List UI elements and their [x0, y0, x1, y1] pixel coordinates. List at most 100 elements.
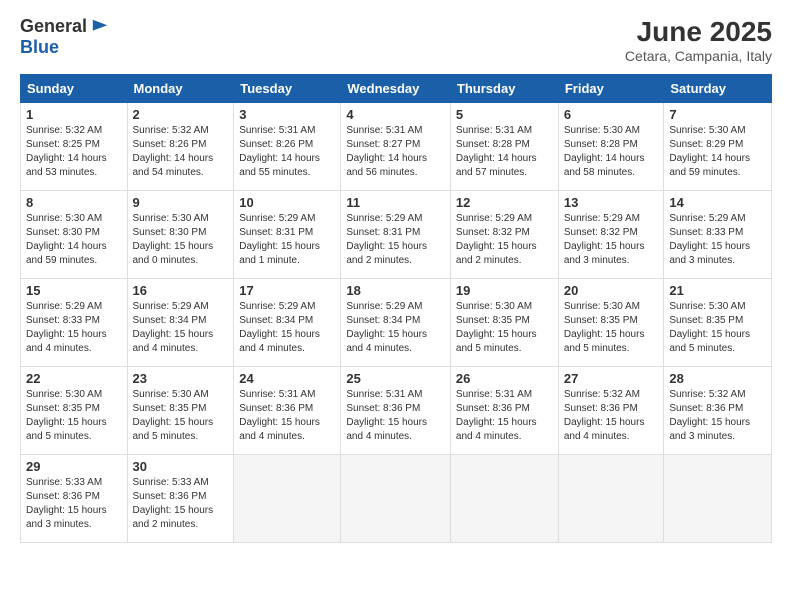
calendar-header-monday: Monday	[127, 75, 234, 103]
day-info: Sunrise: 5:29 AMSunset: 8:33 PMDaylight:…	[26, 300, 122, 356]
calendar-cell: 5Sunrise: 5:31 AMSunset: 8:28 PMDaylight…	[450, 103, 558, 191]
day-number: 23	[133, 371, 229, 386]
day-info: Sunrise: 5:32 AMSunset: 8:36 PMDaylight:…	[564, 388, 659, 444]
calendar-cell: 26 Sunrise: 5:31 AMSunset: 8:36 PMDayligh…	[450, 367, 558, 455]
day-info: Sunrise: 5:30 AMSunset: 8:35 PMDaylight:…	[669, 300, 766, 356]
day-info: Sunrise: 5:33 AMSunset: 8:36 PMDaylight:…	[133, 476, 229, 532]
day-info: Sunrise: 5:30 AMSunset: 8:28 PMDaylight:…	[564, 124, 659, 180]
calendar-cell: 22Sunrise: 5:30 AMSunset: 8:35 PMDayligh…	[21, 367, 128, 455]
day-info: Sunrise: 5:32 AMSunset: 8:36 PMDaylight:…	[669, 388, 766, 444]
day-info: Sunrise: 5:32 AMSunset: 8:26 PMDaylight:…	[133, 124, 229, 180]
calendar-cell: 1Sunrise: 5:32 AMSunset: 8:25 PMDaylight…	[21, 103, 128, 191]
calendar-cell: 17 Sunrise: 5:29 AMSunset: 8:34 PMDayligh…	[234, 279, 341, 367]
calendar-header-friday: Friday	[558, 75, 664, 103]
calendar-cell: 14 Sunrise: 5:29 AMSunset: 8:33 PMDayligh…	[664, 191, 772, 279]
day-info: Sunrise: 5:31 AMSunset: 8:36 PMDaylight:…	[239, 388, 335, 444]
calendar-header-sunday: Sunday	[21, 75, 128, 103]
calendar-week-4: 22Sunrise: 5:30 AMSunset: 8:35 PMDayligh…	[21, 367, 772, 455]
day-number: 16	[133, 283, 229, 298]
calendar-cell	[450, 455, 558, 543]
logo-general: General	[20, 16, 87, 37]
calendar-cell: 27 Sunrise: 5:32 AMSunset: 8:36 PMDayligh…	[558, 367, 664, 455]
day-info: Sunrise: 5:30 AMSunset: 8:30 PMDaylight:…	[26, 212, 122, 268]
day-number: 20	[564, 283, 659, 298]
calendar-header-tuesday: Tuesday	[234, 75, 341, 103]
day-info: Sunrise: 5:33 AMSunset: 8:36 PMDaylight:…	[26, 476, 122, 532]
day-number: 8	[26, 195, 122, 210]
day-info: Sunrise: 5:31 AMSunset: 8:36 PMDaylight:…	[456, 388, 553, 444]
day-number: 12	[456, 195, 553, 210]
day-number: 21	[669, 283, 766, 298]
calendar-cell: 19 Sunrise: 5:30 AMSunset: 8:35 PMDayligh…	[450, 279, 558, 367]
day-number: 14	[669, 195, 766, 210]
day-number: 15	[26, 283, 122, 298]
calendar-week-5: 29 Sunrise: 5:33 AMSunset: 8:36 PMDayligh…	[21, 455, 772, 543]
day-number: 13	[564, 195, 659, 210]
calendar-cell: 15 Sunrise: 5:29 AMSunset: 8:33 PMDayligh…	[21, 279, 128, 367]
calendar-cell: 20 Sunrise: 5:30 AMSunset: 8:35 PMDayligh…	[558, 279, 664, 367]
calendar-cell: 30 Sunrise: 5:33 AMSunset: 8:36 PMDayligh…	[127, 455, 234, 543]
day-info: Sunrise: 5:29 AMSunset: 8:32 PMDaylight:…	[456, 212, 553, 268]
day-number: 18	[346, 283, 445, 298]
day-number: 26	[456, 371, 553, 386]
day-number: 11	[346, 195, 445, 210]
day-number: 17	[239, 283, 335, 298]
day-number: 19	[456, 283, 553, 298]
page: General Blue June 2025 Cetara, Campania,…	[0, 0, 792, 612]
day-number: 27	[564, 371, 659, 386]
calendar-cell: 21 Sunrise: 5:30 AMSunset: 8:35 PMDayligh…	[664, 279, 772, 367]
title-area: June 2025 Cetara, Campania, Italy	[625, 16, 772, 64]
calendar-cell: 18 Sunrise: 5:29 AMSunset: 8:34 PMDayligh…	[341, 279, 451, 367]
month-title: June 2025	[625, 16, 772, 48]
calendar-header-saturday: Saturday	[664, 75, 772, 103]
calendar-cell: 29 Sunrise: 5:33 AMSunset: 8:36 PMDayligh…	[21, 455, 128, 543]
subtitle: Cetara, Campania, Italy	[625, 48, 772, 64]
calendar-cell: 28 Sunrise: 5:32 AMSunset: 8:36 PMDayligh…	[664, 367, 772, 455]
day-info: Sunrise: 5:32 AMSunset: 8:25 PMDaylight:…	[26, 124, 122, 180]
calendar-cell: 8 Sunrise: 5:30 AMSunset: 8:30 PMDaylight…	[21, 191, 128, 279]
calendar-cell: 9 Sunrise: 5:30 AMSunset: 8:30 PMDaylight…	[127, 191, 234, 279]
day-number: 10	[239, 195, 335, 210]
day-number: 5	[456, 107, 553, 122]
calendar-week-3: 15 Sunrise: 5:29 AMSunset: 8:33 PMDayligh…	[21, 279, 772, 367]
calendar-week-1: 1Sunrise: 5:32 AMSunset: 8:25 PMDaylight…	[21, 103, 772, 191]
calendar-cell: 12 Sunrise: 5:29 AMSunset: 8:32 PMDayligh…	[450, 191, 558, 279]
day-number: 4	[346, 107, 445, 122]
calendar-header-wednesday: Wednesday	[341, 75, 451, 103]
calendar-cell: 25Sunrise: 5:31 AMSunset: 8:36 PMDayligh…	[341, 367, 451, 455]
header: General Blue June 2025 Cetara, Campania,…	[20, 16, 772, 64]
day-number: 24	[239, 371, 335, 386]
day-info: Sunrise: 5:29 AMSunset: 8:31 PMDaylight:…	[239, 212, 335, 268]
day-info: Sunrise: 5:30 AMSunset: 8:35 PMDaylight:…	[133, 388, 229, 444]
calendar-table: SundayMondayTuesdayWednesdayThursdayFrid…	[20, 74, 772, 543]
calendar-header-thursday: Thursday	[450, 75, 558, 103]
day-info: Sunrise: 5:29 AMSunset: 8:34 PMDaylight:…	[239, 300, 335, 356]
day-info: Sunrise: 5:29 AMSunset: 8:31 PMDaylight:…	[346, 212, 445, 268]
day-info: Sunrise: 5:30 AMSunset: 8:35 PMDaylight:…	[456, 300, 553, 356]
calendar-cell: 6 Sunrise: 5:30 AMSunset: 8:28 PMDaylight…	[558, 103, 664, 191]
day-number: 30	[133, 459, 229, 474]
day-number: 6	[564, 107, 659, 122]
day-info: Sunrise: 5:29 AMSunset: 8:34 PMDaylight:…	[133, 300, 229, 356]
day-number: 29	[26, 459, 122, 474]
day-info: Sunrise: 5:31 AMSunset: 8:27 PMDaylight:…	[346, 124, 445, 180]
calendar-header-row: SundayMondayTuesdayWednesdayThursdayFrid…	[21, 75, 772, 103]
day-number: 3	[239, 107, 335, 122]
day-info: Sunrise: 5:30 AMSunset: 8:35 PMDaylight:…	[564, 300, 659, 356]
day-info: Sunrise: 5:31 AMSunset: 8:36 PMDaylight:…	[346, 388, 445, 444]
calendar-cell	[558, 455, 664, 543]
calendar-cell: 16 Sunrise: 5:29 AMSunset: 8:34 PMDayligh…	[127, 279, 234, 367]
logo-blue: Blue	[20, 37, 59, 58]
calendar-cell: 4 Sunrise: 5:31 AMSunset: 8:27 PMDaylight…	[341, 103, 451, 191]
day-number: 9	[133, 195, 229, 210]
day-info: Sunrise: 5:31 AMSunset: 8:26 PMDaylight:…	[239, 124, 335, 180]
calendar-cell: 23 Sunrise: 5:30 AMSunset: 8:35 PMDayligh…	[127, 367, 234, 455]
day-number: 28	[669, 371, 766, 386]
day-number: 7	[669, 107, 766, 122]
calendar-cell	[234, 455, 341, 543]
day-info: Sunrise: 5:30 AMSunset: 8:30 PMDaylight:…	[133, 212, 229, 268]
day-info: Sunrise: 5:29 AMSunset: 8:33 PMDaylight:…	[669, 212, 766, 268]
day-info: Sunrise: 5:30 AMSunset: 8:29 PMDaylight:…	[669, 124, 766, 180]
day-info: Sunrise: 5:29 AMSunset: 8:34 PMDaylight:…	[346, 300, 445, 356]
calendar-cell: 10 Sunrise: 5:29 AMSunset: 8:31 PMDayligh…	[234, 191, 341, 279]
